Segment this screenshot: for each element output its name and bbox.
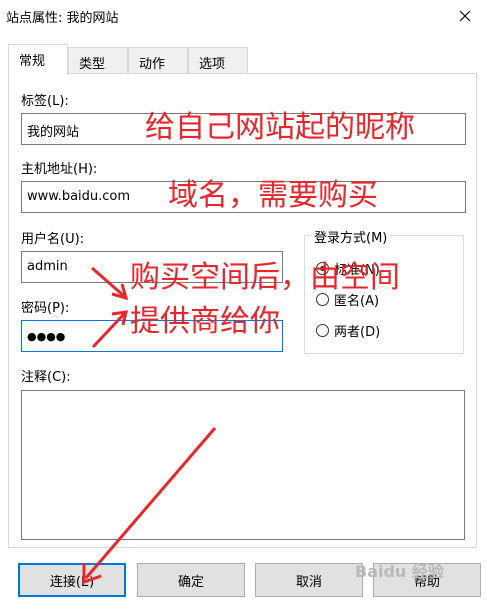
notes-field-label: 注释(C): bbox=[21, 370, 71, 385]
host-field-label: 主机地址(H): bbox=[21, 162, 98, 177]
tab-label: 类型 bbox=[79, 57, 106, 72]
radio-unchecked-icon bbox=[316, 323, 329, 337]
tab-label: 常规 bbox=[19, 54, 46, 69]
notes-textarea[interactable] bbox=[21, 390, 465, 540]
tab-action[interactable]: 动作 bbox=[128, 47, 188, 74]
tab-type[interactable]: 类型 bbox=[68, 47, 128, 74]
connect-button[interactable]: 连接(E) bbox=[18, 563, 126, 597]
tab-label: 动作 bbox=[139, 57, 166, 72]
tab-general[interactable]: 常规 bbox=[8, 44, 68, 75]
baidu-watermark: Baidu 经验 bbox=[355, 562, 444, 581]
annotation-domain: 域名，需要购买 bbox=[168, 178, 378, 213]
window-title: 站点属性: 我的网站 bbox=[6, 11, 119, 26]
title-bar: 站点属性: 我的网站 bbox=[0, 0, 487, 32]
close-button[interactable] bbox=[443, 0, 487, 32]
label-field-label: 标签(L): bbox=[21, 94, 69, 109]
login-mode-title: 登录方式(M) bbox=[311, 227, 391, 246]
radio-both[interactable]: 两者(D) bbox=[316, 320, 456, 340]
user-field-label: 用户名(U): bbox=[21, 232, 85, 247]
annotation-space-line2: 提供商给你 bbox=[130, 304, 280, 339]
ok-button[interactable]: 确定 bbox=[137, 563, 245, 597]
annotation-space-line1: 购买空间后，由空间 bbox=[130, 260, 400, 295]
tab-options[interactable]: 选项 bbox=[188, 47, 248, 74]
annotation-nickname: 给自己网站起的昵称 bbox=[145, 110, 415, 145]
cancel-button[interactable]: 取消 bbox=[255, 563, 363, 597]
password-field-label: 密码(P): bbox=[21, 301, 70, 316]
radio-label: 两者(D) bbox=[334, 324, 381, 340]
close-icon bbox=[459, 10, 471, 22]
tab-label: 选项 bbox=[199, 57, 226, 72]
